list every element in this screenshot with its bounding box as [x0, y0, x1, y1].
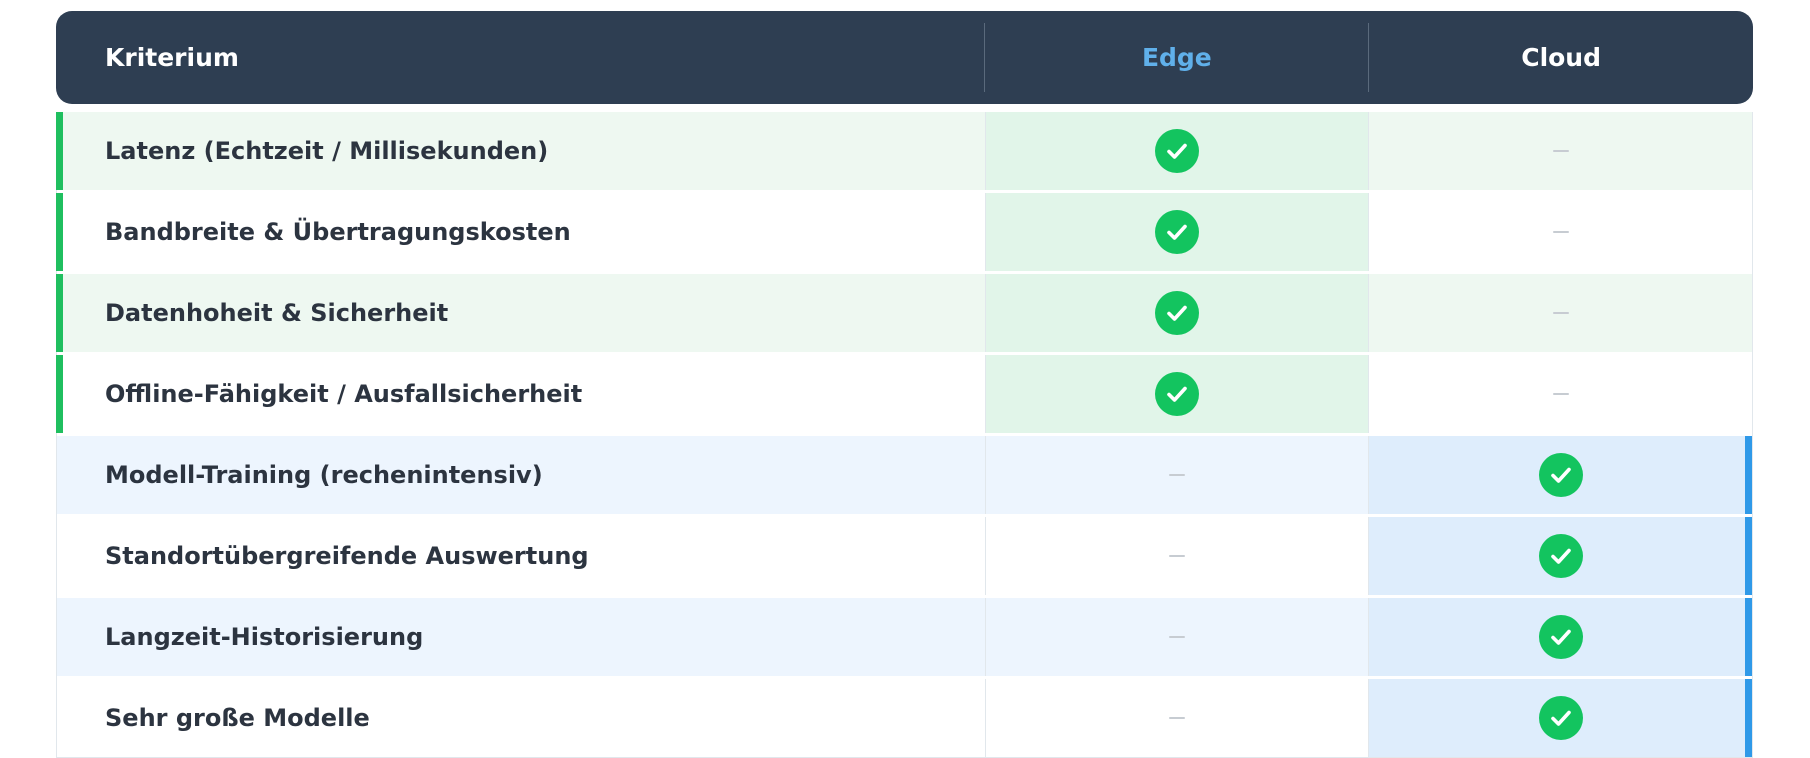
dash-icon [1552, 150, 1569, 152]
dash-icon [1552, 393, 1569, 395]
dash-icon [1552, 312, 1569, 314]
edge-cell [986, 355, 1370, 433]
dash-icon [1169, 555, 1186, 557]
criterion-label: Sehr große Modelle [57, 679, 987, 757]
check-icon [1538, 534, 1583, 578]
table-row: Offline-Fähigkeit / Ausfallsicherheit [56, 355, 1752, 433]
cloud-cell [1369, 274, 1752, 352]
table-row: Langzeit-Historisierung [57, 598, 1752, 676]
cloud-cell [1369, 112, 1752, 190]
edge-cell [986, 193, 1370, 271]
dash-icon [1552, 231, 1569, 233]
criterion-label: Offline-Fähigkeit / Ausfallsicherheit [57, 355, 987, 433]
header-cloud: Cloud [1521, 43, 1602, 72]
edge-cell [986, 598, 1370, 676]
check-icon [1155, 129, 1200, 173]
cloud-cell [1369, 193, 1752, 271]
dash-icon [1169, 636, 1186, 638]
header-criterion-label: Kriterium [105, 43, 239, 72]
comparison-table: Kriterium Edge Cloud Latenz (Echtzeit / … [56, 11, 1753, 758]
criterion-label: Langzeit-Historisierung [57, 598, 987, 676]
edge-cell [986, 679, 1370, 757]
table-row: Latenz (Echtzeit / Millisekunden) [56, 112, 1752, 190]
cloud-cell [1369, 355, 1752, 433]
cloud-cell [1369, 517, 1752, 595]
table-header: Kriterium Edge Cloud [56, 11, 1753, 104]
table-row: Datenhoheit & Sicherheit [56, 274, 1752, 352]
criterion-label: Datenhoheit & Sicherheit [57, 274, 987, 352]
header-edge: Edge [985, 23, 1370, 92]
check-icon [1155, 210, 1200, 254]
dash-icon [1169, 474, 1186, 476]
criterion-label: Modell-Training (rechenintensiv) [57, 436, 987, 514]
check-icon [1538, 615, 1583, 659]
check-icon [1155, 291, 1200, 335]
criterion-label: Standortübergreifende Auswertung [57, 517, 987, 595]
check-icon [1155, 372, 1200, 416]
edge-cell [986, 436, 1370, 514]
edge-cell [986, 517, 1370, 595]
criterion-label: Latenz (Echtzeit / Millisekunden) [57, 112, 987, 190]
table-row: Standortübergreifende Auswertung [57, 517, 1752, 595]
table-row: Sehr große Modelle [57, 679, 1752, 757]
check-icon [1538, 696, 1583, 740]
edge-cell [986, 274, 1370, 352]
cloud-cell [1369, 679, 1752, 757]
cloud-cell [1369, 598, 1752, 676]
check-icon [1538, 453, 1583, 497]
table-row: Modell-Training (rechenintensiv) [57, 436, 1752, 514]
criterion-label: Bandbreite & Übertragungskosten [57, 193, 987, 271]
table-row: Bandbreite & Übertragungskosten [56, 193, 1752, 271]
cloud-cell [1369, 436, 1752, 514]
header-criterion: Kriterium [56, 23, 986, 92]
table-body: Latenz (Echtzeit / Millisekunden) Bandbre… [56, 112, 1753, 758]
edge-cell [986, 112, 1370, 190]
dash-icon [1169, 717, 1186, 719]
